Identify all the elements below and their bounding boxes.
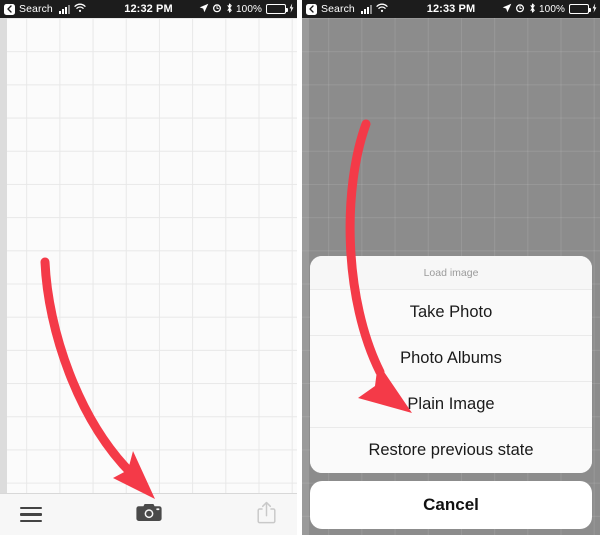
camera-icon xyxy=(135,502,162,528)
cellular-signal-icon xyxy=(360,4,372,14)
charging-bolt-icon xyxy=(289,2,294,16)
wifi-icon xyxy=(74,3,86,16)
action-sheet-item-restore-previous-state[interactable]: Restore previous state xyxy=(310,428,592,473)
wifi-icon xyxy=(376,3,388,16)
status-bar-right-group: 100% xyxy=(502,2,600,16)
status-bar-back-label[interactable]: Search xyxy=(19,3,53,15)
location-arrow-icon xyxy=(199,3,209,16)
location-arrow-icon xyxy=(502,3,512,16)
screenshot-pair: Search 12:32 PM 100% Search 12:33 PM 100… xyxy=(0,0,600,535)
status-bar-back-label[interactable]: Search xyxy=(321,3,355,15)
share-icon xyxy=(256,501,276,529)
action-sheet-cancel-button[interactable]: Cancel xyxy=(310,481,592,529)
alarm-clock-icon xyxy=(515,3,525,16)
left-status-bar: Search 12:32 PM 100% xyxy=(0,0,297,18)
status-bar-left-group: Search xyxy=(0,3,86,16)
left-canvas-edge-strip xyxy=(0,18,7,535)
action-sheet-item-take-photo[interactable]: Take Photo xyxy=(310,290,592,336)
action-sheet: Load image Take Photo Photo Albums Plain… xyxy=(310,256,592,529)
share-button[interactable] xyxy=(235,494,297,535)
right-canvas-edge-strip xyxy=(302,18,309,535)
battery-icon xyxy=(568,4,591,14)
battery-percent-label: 100% xyxy=(236,3,262,15)
bluetooth-icon xyxy=(226,2,233,16)
status-bar-left-group: Search xyxy=(302,3,388,16)
right-phone-screen: Search 12:33 PM 100% Load image Take Pho… xyxy=(302,0,600,535)
action-sheet-options-group: Load image Take Photo Photo Albums Plain… xyxy=(310,256,592,473)
back-chevron-icon[interactable] xyxy=(306,3,317,15)
alarm-clock-icon xyxy=(212,3,222,16)
left-drawing-canvas[interactable] xyxy=(0,18,297,535)
status-bar-right-group: 100% xyxy=(199,2,297,16)
right-status-bar: Search 12:33 PM 100% xyxy=(302,0,600,18)
back-chevron-icon[interactable] xyxy=(4,3,15,15)
menu-button[interactable] xyxy=(0,494,62,535)
charging-bolt-icon xyxy=(592,2,597,16)
battery-icon xyxy=(265,4,288,14)
bluetooth-icon xyxy=(529,2,536,16)
hamburger-menu-icon xyxy=(20,506,42,523)
action-sheet-item-plain-image[interactable]: Plain Image xyxy=(310,382,592,428)
action-sheet-title: Load image xyxy=(310,256,592,290)
left-phone-screen: Search 12:32 PM 100% xyxy=(0,0,297,535)
bottom-toolbar xyxy=(0,493,297,535)
action-sheet-item-photo-albums[interactable]: Photo Albums xyxy=(310,336,592,382)
camera-button[interactable] xyxy=(62,494,235,535)
cellular-signal-icon xyxy=(58,4,70,14)
battery-percent-label: 100% xyxy=(539,3,565,15)
